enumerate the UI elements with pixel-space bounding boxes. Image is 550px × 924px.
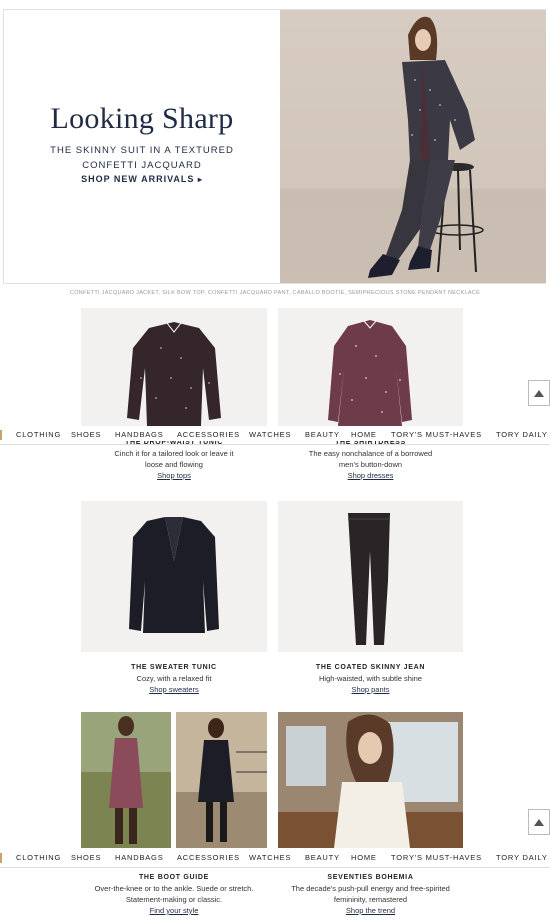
nav-item-clothing[interactable]: CLOTHING	[16, 853, 61, 862]
nav-item-clothing[interactable]: CLOTHING	[16, 430, 61, 439]
nav-item-tory-daily[interactable]: TORY DAILY	[496, 430, 548, 439]
shop-dresses-link[interactable]: Shop dresses	[278, 470, 463, 481]
product-description: Cozy, with a relaxed fit	[136, 674, 212, 683]
nav-item-tory-daily[interactable]: TORY DAILY	[496, 853, 548, 862]
product-description: The easy nonchalance of a borrowed	[308, 449, 433, 458]
shop-sweaters-link[interactable]: Shop sweaters	[81, 684, 267, 695]
sweater-tunic-image[interactable]	[81, 501, 267, 652]
hero-cta-label: SHOP NEW ARRIVALS	[81, 174, 195, 184]
drop-waist-tunic-image[interactable]	[81, 308, 267, 426]
outfit-caption: CONFETTI JACQUARD JACKET, SILK BOW TOP, …	[69, 290, 481, 296]
nav-item-shoes[interactable]: SHOES	[71, 853, 101, 862]
boot-guide-details: THE BOOT GUIDE Over-the-knee or to the a…	[81, 872, 267, 916]
nav-item-torys-must-haves[interactable]: TORY'S MUST-HAVES	[391, 430, 482, 439]
shop-the-trend-link[interactable]: Shop the trend	[278, 905, 463, 916]
nav-item-accessories[interactable]: ACCESSORIES	[177, 430, 240, 439]
nav-accent-marker	[0, 853, 2, 863]
sweater-tunic-details: THE SWEATER TUNIC Cozy, with a relaxed f…	[81, 662, 267, 695]
product-description: Cinch it for a tailored look or leave it	[114, 449, 234, 458]
nav-item-torys-must-haves[interactable]: TORY'S MUST-HAVES	[391, 853, 482, 862]
hero-model-image	[280, 10, 546, 283]
product-title: SEVENTIES BOHEMIA	[327, 874, 414, 881]
seventies-bohemia-image[interactable]	[278, 712, 463, 848]
shop-new-arrivals-link[interactable]: SHOP NEW ARRIVALS ▸	[4, 174, 280, 184]
product-description: High-waisted, with subtle shine	[319, 674, 422, 683]
product-title: THE SWEATER TUNIC	[131, 664, 217, 671]
boot-guide-image-street[interactable]	[176, 712, 267, 848]
back-to-top-button[interactable]	[528, 380, 550, 406]
shop-tops-link[interactable]: Shop tops	[81, 470, 267, 481]
hero-title: Looking Sharp	[50, 102, 234, 135]
arrow-up-icon	[534, 389, 544, 397]
category-nav-bar-2: CLOTHING SHOES HANDBAGS ACCESSORIES WATC…	[0, 850, 550, 868]
find-your-style-link[interactable]: Find your style	[81, 905, 267, 916]
product-title: THE COATED SKINNY JEAN	[315, 664, 426, 671]
hero-banner[interactable]: Looking Sharp THE SKINNY SUIT IN A TEXTU…	[3, 9, 546, 284]
nav-item-watches[interactable]: WATCHES	[249, 430, 291, 439]
hero-text-block: Looking Sharp THE SKINNY SUIT IN A TEXTU…	[4, 10, 280, 283]
nav-item-watches[interactable]: WATCHES	[249, 853, 291, 862]
product-title: THE SHIRTDRESS	[335, 441, 406, 446]
nav-item-handbags[interactable]: HANDBAGS	[115, 430, 164, 439]
shirtdress-details: THE SHIRTDRESS The easy nonchalance of a…	[278, 441, 463, 481]
product-description-cont: loose and flowing	[145, 460, 203, 469]
product-title: THE BOOT GUIDE	[138, 874, 210, 881]
boot-guide-image-outdoor[interactable]	[81, 712, 171, 848]
chevron-right-icon: ▸	[197, 175, 203, 184]
coated-skinny-jean-details: THE COATED SKINNY JEAN High-waisted, wit…	[278, 662, 463, 695]
product-description: The decade's push-pull energy and free-s…	[291, 884, 450, 893]
nav-item-home[interactable]: HOME	[351, 853, 377, 862]
drop-waist-tunic-details: THE DROP-WAIST TUNIC Cinch it for a tail…	[81, 441, 267, 481]
coated-skinny-jean-image[interactable]	[278, 501, 463, 652]
product-title: THE DROP-WAIST TUNIC	[125, 441, 223, 446]
back-to-top-button-2[interactable]	[528, 809, 550, 835]
product-description-cont: femininity, remastered	[333, 895, 408, 904]
nav-accent-marker	[0, 430, 2, 440]
nav-item-shoes[interactable]: SHOES	[71, 430, 101, 439]
nav-item-accessories[interactable]: ACCESSORIES	[177, 853, 240, 862]
shop-pants-link[interactable]: Shop pants	[278, 684, 463, 695]
seventies-bohemia-details: SEVENTIES BOHEMIA The decade's push-pull…	[278, 872, 463, 916]
product-description-cont: Statement-making or classic.	[125, 895, 223, 904]
nav-item-beauty[interactable]: BEAUTY	[305, 853, 340, 862]
nav-item-handbags[interactable]: HANDBAGS	[115, 853, 164, 862]
nav-item-home[interactable]: HOME	[351, 430, 377, 439]
shirtdress-image[interactable]	[278, 308, 463, 426]
nav-item-beauty[interactable]: BEAUTY	[305, 430, 340, 439]
hero-subtitle: THE SKINNY SUIT IN A TEXTURED CONFETTI J…	[50, 145, 234, 171]
product-description-cont: men's button-down	[338, 460, 403, 469]
arrow-up-icon	[534, 818, 544, 826]
product-description: Over-the-knee or to the ankle. Suede or …	[94, 884, 254, 893]
